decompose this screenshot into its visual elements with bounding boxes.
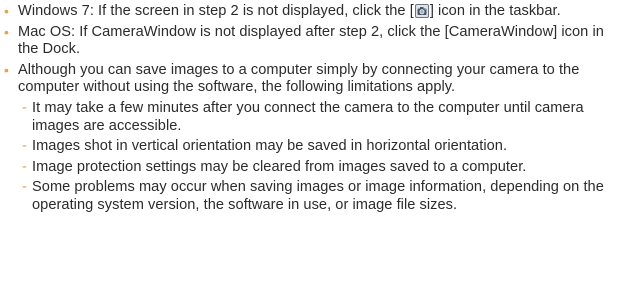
limitation-text: Images shot in vertical orientation may … [32,138,508,155]
dash-marker: - [22,99,27,116]
dash-marker: - [22,138,27,155]
note-windows-text-before: Windows 7: If the screen in step 2 is no… [18,3,410,19]
limitation-text: Image protection settings may be cleared… [32,158,527,175]
manual-notes: • Windows 7: If the screen in step 2 is … [0,0,626,303]
bullet-dot-icon: • [4,23,9,40]
note-windows-text-after: icon in the taskbar. [433,3,561,19]
limitations-list: - It may take a few minutes after you co… [0,100,626,215]
camera-window-icon [414,4,429,18]
limitation-item: - Images shot in vertical orientation ma… [0,138,626,156]
limitation-item: - It may take a few minutes after you co… [0,100,626,135]
dash-marker: - [22,158,27,175]
bullet-dot-icon: • [4,61,9,78]
bracket-open: [ [409,3,414,19]
limitation-text: Some problems may occur when saving imag… [32,179,604,213]
limitation-text: It may take a few minutes after you conn… [32,99,584,134]
dash-marker: - [22,179,27,196]
notes-list: • Windows 7: If the screen in step 2 is … [0,3,626,97]
limitation-item: - Some problems may occur when saving im… [0,179,626,214]
note-mac: • Mac OS: If CameraWindow is not display… [0,24,626,59]
bullet-dot-icon: • [4,3,9,19]
note-limitations-text: Although you can save images to a comput… [18,61,580,96]
note-windows: • Windows 7: If the screen in step 2 is … [0,3,626,21]
limitation-item: - Image protection settings may be clear… [0,159,626,177]
note-mac-text: Mac OS: If CameraWindow is not displayed… [18,23,604,58]
note-limitations: • Although you can save images to a comp… [0,62,626,97]
